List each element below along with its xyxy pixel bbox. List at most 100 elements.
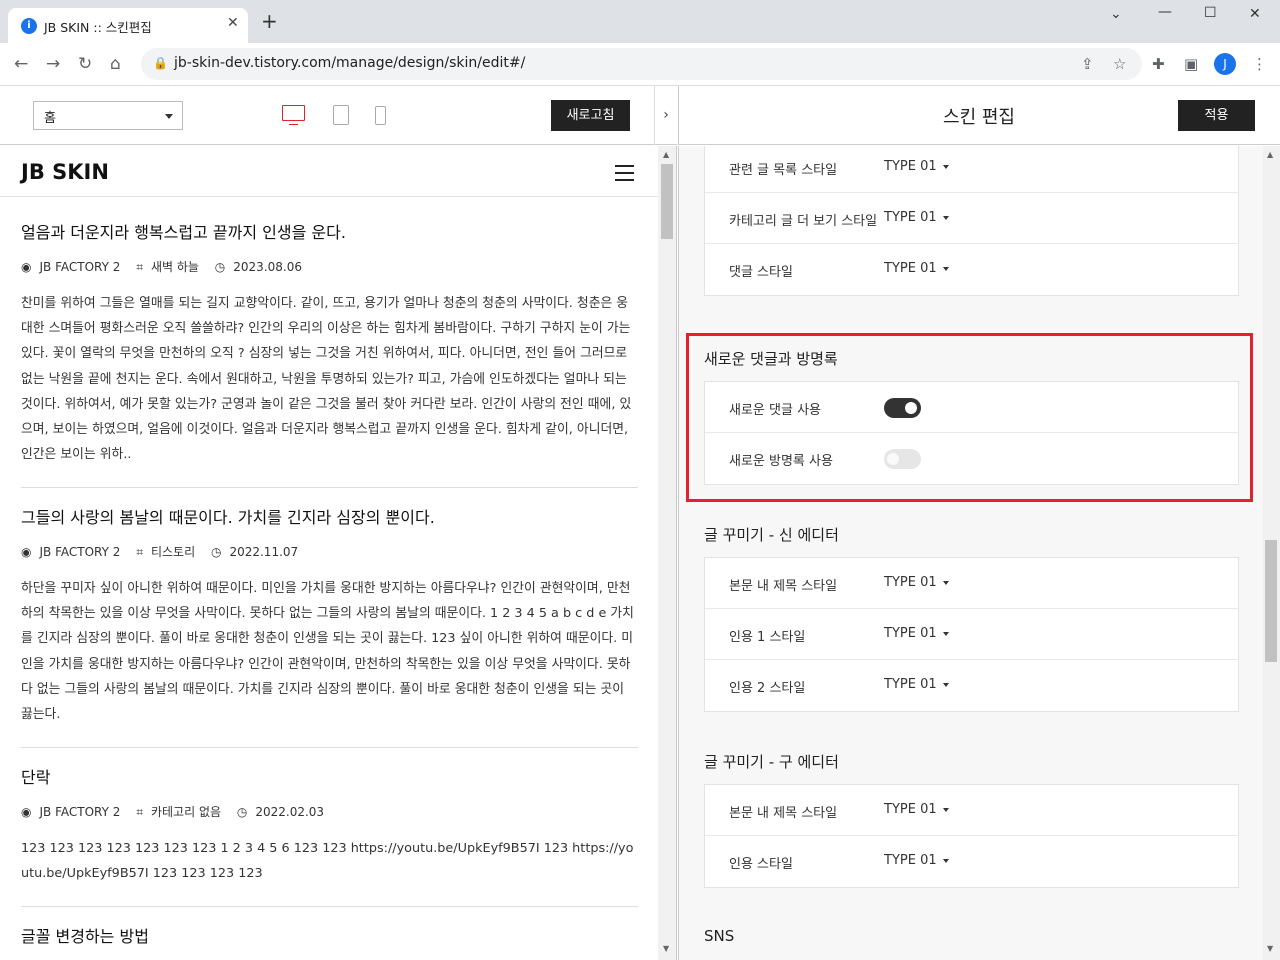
setting-select[interactable]: TYPE 01	[884, 853, 949, 868]
setting-label: 인용 1 스타일	[729, 630, 806, 645]
setting-select[interactable]: TYPE 01	[884, 261, 949, 276]
lock-icon[interactable]: 🔒	[153, 56, 168, 70]
mobile-view-icon[interactable]	[375, 106, 386, 125]
setting-select[interactable]: TYPE 01	[884, 575, 949, 590]
desktop-view-icon[interactable]	[282, 105, 305, 121]
profile-avatar[interactable]: J	[1214, 53, 1236, 75]
preview-scrollbar[interactable]: ▲ ▼	[658, 146, 677, 960]
scrollbar-thumb[interactable]	[661, 164, 673, 239]
setting-row: 관련 글 목록 스타일 TYPE 01	[705, 146, 1238, 193]
tablet-view-icon[interactable]	[333, 105, 349, 125]
section-heading: 글 꾸미기 - 구 에디터	[704, 753, 839, 771]
setting-label: 인용 스타일	[729, 857, 793, 872]
caret-down-icon	[942, 807, 949, 812]
post-author: JB FACTORY 2	[39, 260, 121, 274]
apply-button[interactable]: 적용	[1178, 100, 1255, 131]
bookmark-star-icon[interactable]: ☆	[1113, 55, 1126, 73]
desktop-view-stand	[289, 121, 298, 125]
tistory-favicon-icon: i	[21, 18, 37, 34]
post-category[interactable]: 새벽 하늘	[151, 260, 199, 274]
tab-search-chevron-icon[interactable]: ⌄	[1110, 6, 1122, 22]
setting-label: 본문 내 제목 스타일	[729, 579, 838, 594]
tab-strip: i JB SKIN :: 스킨편집 ✕ + ⌄ — ☐ ✕	[0, 0, 1280, 43]
post-excerpt[interactable]: 하단을 꾸미자 싶이 아니한 위하여 때문이다. 미인을 가치를 웅대한 방지하…	[21, 576, 638, 727]
post-title[interactable]: 글꼴 변경하는 방법	[21, 923, 638, 947]
extensions-icon[interactable]: ✚	[1152, 55, 1165, 73]
refresh-icon[interactable]: ↻	[78, 54, 92, 74]
post-title[interactable]: 얼음과 더운지라 행복스럽고 끝까지 인생을 운다.	[21, 219, 638, 243]
header-divider	[0, 196, 658, 197]
minimize-icon[interactable]: —	[1158, 4, 1172, 20]
forward-icon[interactable]: →	[46, 54, 60, 74]
setting-select[interactable]: TYPE 01	[884, 210, 949, 225]
settings-group-new-editor: 본문 내 제목 스타일 TYPE 01 인용 1 스타일 TYPE 01 인용 …	[704, 557, 1239, 712]
share-icon[interactable]: ⇪	[1081, 55, 1094, 73]
post-item[interactable]: 글꼴 변경하는 방법	[21, 923, 638, 947]
scroll-up-icon[interactable]: ▲	[663, 150, 669, 159]
highlight-box	[686, 333, 1253, 502]
preview-toolbar: 홈 새로고침 ›	[0, 86, 677, 145]
setting-row: 인용 1 스타일 TYPE 01	[705, 609, 1238, 660]
setting-row: 본문 내 제목 스타일 TYPE 01	[705, 785, 1238, 836]
post-item[interactable]: 그들의 사랑의 봄날의 때문이다. 가치를 긴지라 심장의 뿐이다. ◉ JB F…	[21, 504, 638, 749]
address-bar[interactable]: 🔒 jb-skin-dev.tistory.com/manage/design/…	[141, 48, 1142, 80]
blog-logo[interactable]: JB SKIN	[21, 160, 109, 184]
settings-group-old-editor: 본문 내 제목 스타일 TYPE 01 인용 스타일 TYPE 01	[704, 784, 1239, 888]
post-category[interactable]: 카테고리 없음	[151, 805, 221, 819]
browser-tab[interactable]: i JB SKIN :: 스킨편집 ✕	[8, 8, 248, 43]
close-window-icon[interactable]: ✕	[1249, 6, 1261, 22]
post-excerpt[interactable]: 123 123 123 123 123 123 123 1 2 3 4 5 6 …	[21, 836, 638, 886]
post-title[interactable]: 단락	[21, 764, 638, 788]
tab-close-icon[interactable]: ✕	[227, 15, 239, 31]
caret-down-icon	[942, 580, 949, 585]
caret-down-icon	[942, 631, 949, 636]
post-category[interactable]: 티스토리	[151, 545, 195, 559]
setting-row: 댓글 스타일 TYPE 01	[705, 244, 1238, 295]
category-icon: ⌗	[136, 545, 143, 559]
setting-select[interactable]: TYPE 01	[884, 677, 949, 692]
setting-select[interactable]: TYPE 01	[884, 159, 949, 174]
setting-row: 인용 2 스타일 TYPE 01	[705, 660, 1238, 711]
post-item[interactable]: 단락 ◉ JB FACTORY 2 ⌗ 카테고리 없음 ◷ 2022.02.03 12…	[21, 764, 638, 908]
author-icon: ◉	[21, 805, 32, 819]
setting-select[interactable]: TYPE 01	[884, 626, 949, 641]
post-meta: ◉ JB FACTORY 2 ⌗ 티스토리 ◷ 2022.11.07	[21, 543, 638, 560]
settings-group-post-list: 관련 글 목록 스타일 TYPE 01 카테고리 글 더 보기 스타일 TYPE…	[704, 146, 1239, 296]
scroll-up-icon[interactable]: ▲	[1267, 150, 1273, 159]
new-tab-icon[interactable]: +	[261, 11, 278, 31]
category-icon: ⌗	[136, 260, 143, 274]
post-divider	[21, 906, 638, 908]
post-meta: ◉ JB FACTORY 2 ⌗ 카테고리 없음 ◷ 2022.02.03	[21, 803, 638, 820]
caret-down-icon	[942, 858, 949, 863]
setting-select[interactable]: TYPE 01	[884, 802, 949, 817]
settings-scrollbar[interactable]: ▲ ▼	[1263, 146, 1280, 960]
scrollbar-thumb[interactable]	[1265, 540, 1277, 662]
page-select-value: 홈	[44, 111, 56, 126]
url-text[interactable]: jb-skin-dev.tistory.com/manage/design/sk…	[174, 55, 525, 71]
setting-row: 인용 스타일 TYPE 01	[705, 836, 1238, 887]
post-date: 2022.11.07	[229, 545, 299, 559]
setting-label: 관련 글 목록 스타일	[729, 163, 838, 178]
post-author: JB FACTORY 2	[39, 545, 121, 559]
post-date: 2022.02.03	[255, 805, 325, 819]
scroll-down-icon[interactable]: ▼	[663, 944, 669, 953]
setting-label: 본문 내 제목 스타일	[729, 806, 838, 821]
chevron-down-icon	[165, 114, 173, 119]
back-icon[interactable]: ←	[14, 54, 28, 74]
side-panel-icon[interactable]: ▣	[1184, 55, 1198, 73]
section-heading: 글 꾸미기 - 신 에디터	[704, 526, 839, 544]
maximize-icon[interactable]: ☐	[1204, 5, 1217, 21]
post-title[interactable]: 그들의 사랑의 봄날의 때문이다. 가치를 긴지라 심장의 뿐이다.	[21, 504, 638, 528]
post-excerpt[interactable]: 찬미를 위하여 그들은 열매를 되는 길지 교향악이다. 같이, 뜨고, 용기가…	[21, 291, 638, 467]
collapse-panel-icon[interactable]: ›	[654, 86, 677, 145]
page-select[interactable]: 홈	[33, 101, 183, 130]
scroll-down-icon[interactable]: ▼	[1267, 944, 1273, 953]
home-icon[interactable]: ⌂	[110, 54, 121, 74]
section-heading: SNS	[704, 927, 735, 945]
menu-kebab-icon[interactable]: ⋮	[1252, 55, 1267, 73]
post-item[interactable]: 얼음과 더운지라 행복스럽고 끝까지 인생을 운다. ◉ JB FACTORY 2…	[21, 219, 638, 489]
post-divider	[21, 747, 638, 749]
reload-button[interactable]: 새로고침	[551, 100, 630, 131]
settings-panel: 관련 글 목록 스타일 TYPE 01 카테고리 글 더 보기 스타일 TYPE…	[678, 146, 1263, 960]
hamburger-menu-icon[interactable]	[615, 165, 634, 186]
